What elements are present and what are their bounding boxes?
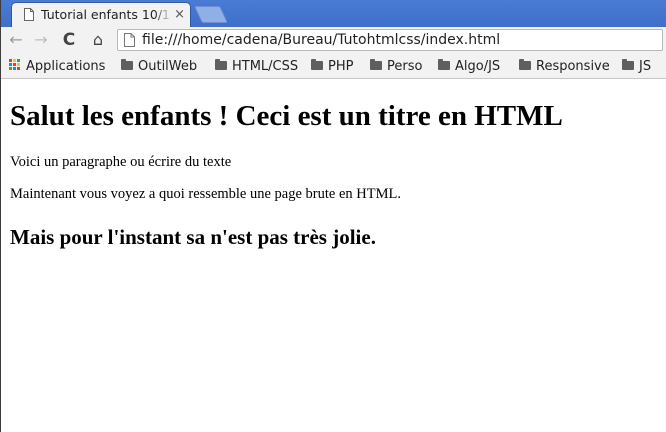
bookmark-label: JS bbox=[639, 59, 652, 74]
tab-active[interactable]: Tutorial enfants 10/1 × bbox=[12, 3, 190, 27]
folder-icon bbox=[311, 59, 323, 70]
document-icon bbox=[24, 8, 34, 21]
tab-close-icon[interactable]: × bbox=[174, 7, 185, 23]
paragraph-2: Maintenant vous voyez a quoi ressemble u… bbox=[10, 186, 401, 202]
bookmark-folder-perso[interactable]: Perso bbox=[370, 58, 422, 75]
bookmark-label: Algo/JS bbox=[455, 59, 501, 74]
paragraph-1: Voici un paragraphe ou écrire du texte bbox=[10, 154, 232, 170]
bookmarks-bar: Applications OutilWeb HTML/CSS PHP Perso… bbox=[1, 54, 666, 79]
address-bar[interactable]: file:///home/cadena/Bureau/Tutohtmlcss/i… bbox=[117, 29, 663, 51]
url-text: file:///home/cadena/Bureau/Tutohtmlcss/i… bbox=[142, 32, 501, 48]
bookmark-label: HTML/CSS bbox=[232, 59, 299, 74]
bookmark-folder-html-css[interactable]: HTML/CSS bbox=[215, 58, 298, 75]
page-icon bbox=[124, 33, 135, 47]
bookmark-label: Responsive bbox=[536, 59, 610, 74]
toolbar: ← → C ⌂ file:///home/cadena/Bureau/Tutoh… bbox=[1, 27, 666, 54]
folder-icon bbox=[519, 59, 531, 70]
folder-icon bbox=[438, 59, 450, 70]
bookmark-label: Perso bbox=[387, 59, 423, 74]
back-icon[interactable]: ← bbox=[6, 30, 26, 50]
bookmark-folder-algo-js[interactable]: Algo/JS bbox=[438, 58, 500, 75]
browser-window: Tutorial enfants 10/1 × ← → C ⌂ file:///… bbox=[1, 0, 666, 432]
page-content: Salut les enfants ! Ceci est un titre en… bbox=[1, 79, 666, 432]
reload-icon[interactable]: C bbox=[58, 30, 80, 50]
bookmark-folder-responsive[interactable]: Responsive bbox=[519, 58, 610, 75]
folder-icon bbox=[370, 59, 382, 70]
home-icon[interactable]: ⌂ bbox=[87, 30, 109, 50]
page-heading: Salut les enfants ! Ceci est un titre en… bbox=[10, 100, 563, 132]
forward-icon[interactable]: → bbox=[31, 30, 51, 50]
bookmark-folder-js[interactable]: JS bbox=[622, 58, 651, 75]
bookmark-applications[interactable]: Applications bbox=[9, 58, 105, 75]
bookmark-folder-outilweb[interactable]: OutilWeb bbox=[121, 58, 197, 75]
tab-strip: Tutorial enfants 10/1 × bbox=[1, 0, 666, 27]
folder-icon bbox=[121, 59, 133, 70]
page-subheading: Mais pour l'instant sa n'est pas très jo… bbox=[10, 225, 376, 249]
folder-icon bbox=[215, 59, 227, 70]
apps-grid-icon bbox=[9, 59, 21, 71]
bookmark-label: Applications bbox=[26, 59, 106, 74]
bookmark-label: OutilWeb bbox=[138, 59, 198, 74]
folder-icon bbox=[622, 59, 634, 70]
new-tab-button[interactable] bbox=[194, 6, 228, 23]
bookmark-folder-php[interactable]: PHP bbox=[311, 58, 353, 75]
bookmark-label: PHP bbox=[328, 59, 354, 74]
